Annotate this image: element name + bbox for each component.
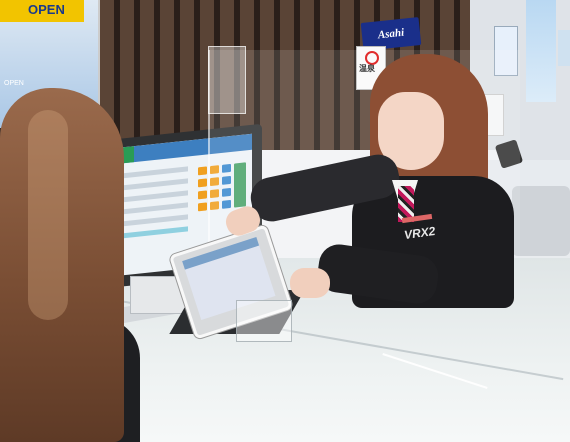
chair xyxy=(512,186,570,256)
acrylic-stand xyxy=(236,300,292,342)
screen-key xyxy=(198,178,207,188)
staff-hand xyxy=(290,268,330,298)
photo-scene: OPEN OPEN Asahi 温泉 VRX2 xyxy=(0,0,570,442)
wall-poster xyxy=(526,0,556,102)
customer-hair-highlight xyxy=(28,110,68,320)
wall-poster xyxy=(558,30,570,66)
poster-open-text: OPEN xyxy=(28,2,65,17)
screen-key xyxy=(198,190,207,200)
screen-key xyxy=(198,166,207,176)
poster-small-open-text: OPEN xyxy=(4,80,24,87)
screen-key xyxy=(198,202,207,212)
